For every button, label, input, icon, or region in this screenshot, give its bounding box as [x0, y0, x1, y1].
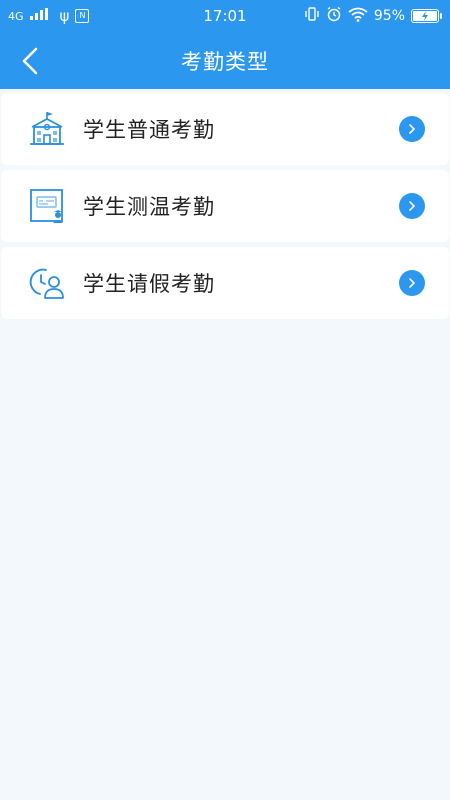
menu-item-label: 学生普通考勤 — [83, 118, 215, 142]
wifi-icon — [348, 7, 368, 26]
menu-item-label: 学生测温考勤 — [83, 195, 215, 219]
attendance-type-list: 学生普通考勤 学生测温考勤 学生请假考勤 — [0, 89, 450, 319]
alarm-icon — [326, 6, 342, 26]
page-title: 考勤类型 — [181, 49, 269, 74]
menu-item-temperature-attendance[interactable]: 学生测温考勤 — [1, 170, 449, 242]
signal-icon — [29, 8, 48, 24]
app-notification-icon: N — [75, 9, 90, 23]
menu-item-leave-attendance[interactable]: 学生请假考勤 — [1, 247, 449, 319]
temperature-screen-icon — [27, 186, 67, 226]
back-button[interactable] — [12, 32, 48, 89]
battery-percent: 95% — [373, 8, 405, 24]
usb-icon: ψ — [59, 7, 70, 25]
chevron-left-icon — [22, 47, 38, 74]
vibrate-icon — [304, 6, 320, 26]
status-left: 4G ψ N — [8, 7, 90, 25]
chevron-right-circle-icon — [399, 116, 425, 142]
chevron-right-circle-icon — [399, 193, 425, 219]
menu-item-normal-attendance[interactable]: 学生普通考勤 — [1, 93, 449, 165]
battery-icon — [411, 9, 442, 23]
menu-item-label: 学生请假考勤 — [83, 272, 215, 296]
chevron-right-circle-icon — [399, 270, 425, 296]
status-right: 95% — [304, 6, 442, 26]
clock-person-icon — [27, 263, 67, 303]
network-type: 4G — [8, 9, 24, 23]
school-building-icon — [27, 109, 67, 149]
status-bar: 4G ψ N 17:01 95% — [0, 0, 450, 32]
nav-bar: 考勤类型 — [0, 32, 450, 89]
